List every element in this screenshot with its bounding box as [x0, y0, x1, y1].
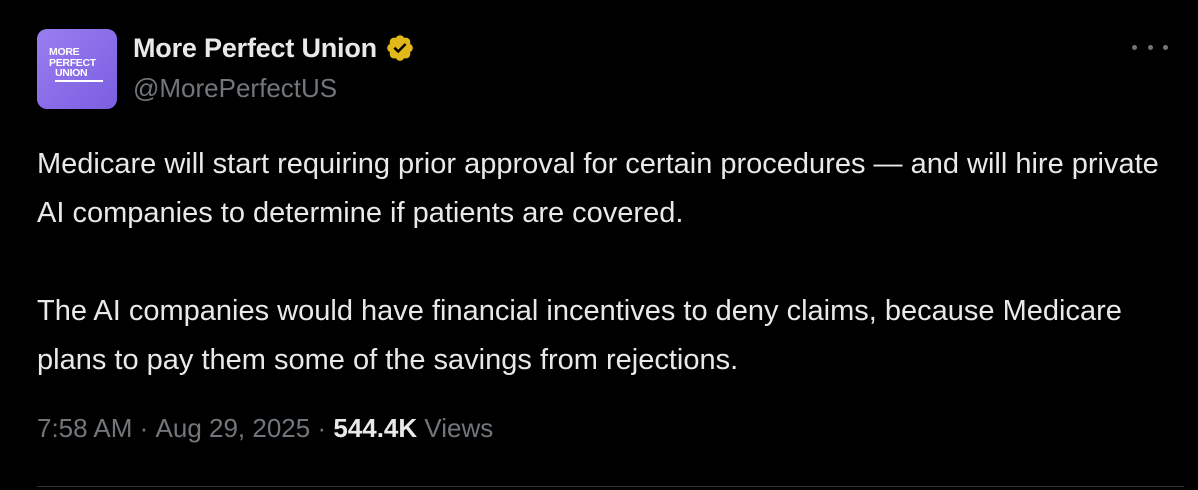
tweet-card: MORE PERFECT UNION More Perfect Union @M… — [0, 0, 1198, 490]
tweet-meta: 7:58 AM · Aug 29, 2025 · 544.4K Views — [37, 413, 493, 444]
tweet-time[interactable]: 7:58 AM — [37, 413, 132, 444]
meta-separator: · — [132, 413, 156, 443]
tweet-date[interactable]: Aug 29, 2025 — [156, 413, 311, 444]
author-handle[interactable]: @MorePerfectUS — [133, 73, 337, 104]
tweet-paragraph-1: Medicare will start requiring prior appr… — [37, 148, 1159, 229]
more-dot — [1147, 44, 1153, 50]
display-name[interactable]: More Perfect Union — [133, 33, 377, 64]
more-perfect-union-logo: MORE PERFECT UNION — [49, 47, 105, 91]
logo-line-3: UNION — [55, 67, 88, 79]
avatar[interactable]: MORE PERFECT UNION — [37, 29, 117, 109]
views-label: Views — [424, 413, 494, 443]
tweet-text: Medicare will start requiring prior appr… — [37, 140, 1177, 385]
logo-line-1: MORE — [49, 46, 80, 58]
author-name-row: More Perfect Union — [133, 31, 415, 65]
meta-separator: · — [310, 413, 334, 443]
divider — [37, 486, 1184, 487]
verified-gold-badge-icon[interactable] — [385, 33, 415, 63]
more-dot — [1163, 44, 1168, 50]
more-dot — [1132, 44, 1137, 50]
logo-underline — [55, 80, 103, 82]
tweet-paragraph-2: The AI companies would have financial in… — [37, 295, 1122, 376]
more-horizontal-icon[interactable] — [1132, 36, 1168, 58]
views-count: 544.4K — [333, 413, 418, 443]
